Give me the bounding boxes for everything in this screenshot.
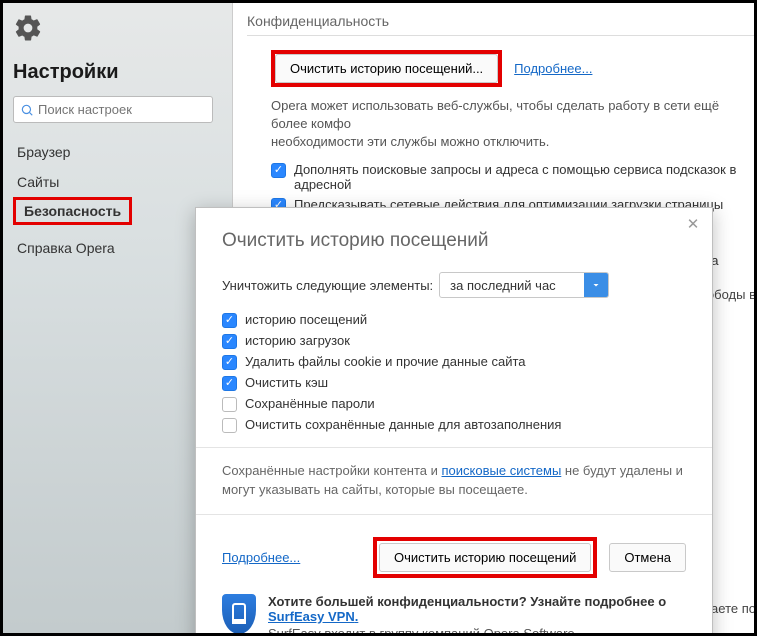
checkbox-icon — [271, 163, 286, 178]
divider — [247, 35, 754, 36]
checkbox-label: историю загрузок — [245, 333, 350, 348]
cancel-button[interactable]: Отмена — [609, 543, 686, 572]
item-autofill[interactable]: Очистить сохранённые данные для автозапо… — [222, 417, 686, 433]
item-downloads[interactable]: историю загрузок — [222, 333, 686, 349]
checkbox-icon — [222, 376, 237, 391]
dialog-learn-more-link[interactable]: Подробнее... — [222, 550, 300, 565]
clear-history-button[interactable]: Очистить историю посещений... — [275, 54, 498, 83]
confirm-clear-button[interactable]: Очистить историю посещений — [379, 543, 591, 572]
promo-subtitle: SurfEasy входит в группу компаний Opera … — [268, 626, 686, 636]
item-passwords[interactable]: Сохранённые пароли — [222, 396, 686, 412]
page-title: Настройки — [13, 61, 220, 84]
divider — [196, 447, 712, 448]
cropped-text: ободы в — [707, 287, 756, 302]
checkbox-label: Дополнять поисковые запросы и адреса с п… — [294, 162, 754, 192]
opt-suggestions[interactable]: Дополнять поисковые запросы и адреса с п… — [271, 162, 754, 192]
dialog-title: Очистить историю посещений — [222, 230, 686, 252]
sidebar-item-security[interactable]: Безопасность — [13, 197, 220, 225]
search-input-wrap[interactable] — [13, 96, 213, 123]
item-cookies[interactable]: Удалить файлы cookie и прочие данные сай… — [222, 354, 686, 370]
checkbox-label: Удалить файлы cookie и прочие данные сай… — [245, 354, 526, 369]
learn-more-link[interactable]: Подробнее... — [514, 61, 592, 76]
search-engines-link[interactable]: поисковые системы — [442, 463, 562, 478]
checkbox-icon — [222, 397, 237, 412]
sidebar-item-security-label: Безопасность — [13, 197, 132, 225]
vpn-promo: Хотите большей конфиденциальности? Узнай… — [222, 594, 686, 636]
checkbox-label: Очистить сохранённые данные для автозапо… — [245, 417, 561, 432]
checkbox-icon — [222, 334, 237, 349]
item-history[interactable]: историю посещений — [222, 312, 686, 328]
checkbox-icon — [222, 418, 237, 433]
time-range-select[interactable]: за последний час — [439, 272, 609, 298]
content-settings-note: Сохранённые настройки контента и поисков… — [222, 462, 686, 500]
sidebar-item-browser[interactable]: Браузер — [13, 137, 220, 167]
search-input[interactable] — [38, 100, 206, 119]
shield-icon — [222, 594, 256, 634]
sidebar-item-help[interactable]: Справка Opera — [13, 233, 220, 263]
checkbox-label: Очистить кэш — [245, 375, 328, 390]
confirm-highlight: Очистить историю посещений — [373, 537, 597, 578]
close-icon[interactable]: ✕ — [684, 216, 702, 234]
divider — [196, 514, 712, 515]
sidebar-item-sites[interactable]: Сайты — [13, 167, 220, 197]
gear-icon — [13, 13, 43, 43]
checkbox-label: историю посещений — [245, 312, 367, 327]
surfeasy-vpn-link[interactable]: SurfEasy VPN. — [268, 609, 358, 624]
checkbox-label: Сохранённые пароли — [245, 396, 375, 411]
checkbox-icon — [222, 355, 237, 370]
section-privacy-title: Конфиденциальность — [247, 13, 754, 33]
checkbox-icon — [222, 313, 237, 328]
clear-history-dialog: ✕ Очистить историю посещений Уничтожить … — [195, 207, 713, 636]
privacy-description: Opera может использовать веб-службы, что… — [271, 97, 754, 152]
chevron-down-icon — [584, 272, 608, 298]
promo-title: Хотите большей конфиденциальности? Узнай… — [268, 594, 666, 609]
item-cache[interactable]: Очистить кэш — [222, 375, 686, 391]
search-icon — [20, 103, 34, 117]
clear-history-highlight: Очистить историю посещений... — [271, 50, 502, 87]
time-range-value: за последний час — [450, 278, 584, 293]
note-before: Сохранённые настройки контента и — [222, 463, 442, 478]
range-label: Уничтожить следующие элементы: — [222, 278, 433, 293]
